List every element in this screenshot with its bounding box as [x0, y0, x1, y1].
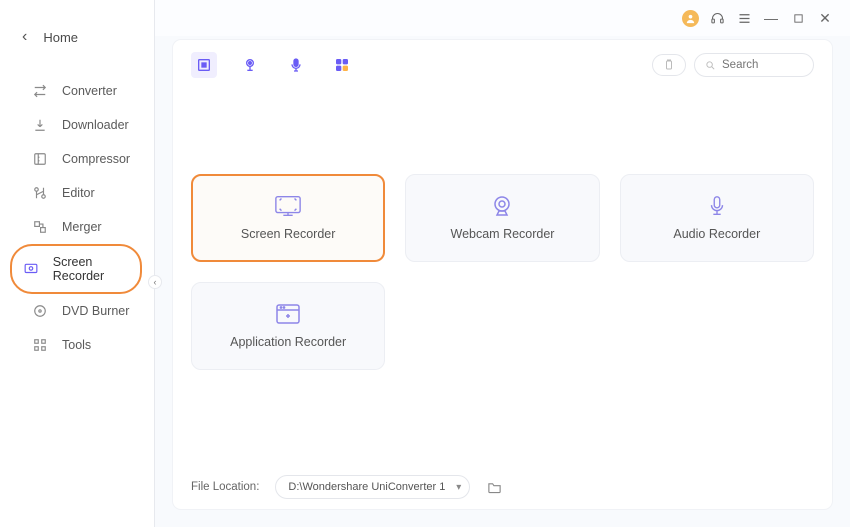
home-label: Home: [43, 30, 78, 45]
screen-icon: [274, 195, 302, 217]
sidebar-item-label: Screen Recorder: [53, 255, 140, 283]
download-icon: [32, 117, 48, 133]
sidebar-item-dvd-burner[interactable]: DVD Burner: [10, 294, 144, 328]
file-location-label: File Location:: [191, 481, 259, 493]
search-box[interactable]: [694, 53, 814, 77]
home-button[interactable]: ‹ Home: [0, 28, 154, 62]
search-area: [652, 53, 814, 77]
maximize-button[interactable]: [789, 9, 807, 27]
tools-icon: [32, 337, 48, 353]
content-panel: Screen Recorder Webcam Recorder Audio Re…: [173, 40, 832, 509]
user-avatar-icon[interactable]: [682, 10, 699, 27]
compress-icon: [32, 151, 48, 167]
back-icon: ‹: [22, 28, 27, 46]
sidebar-collapse-button[interactable]: ‹: [148, 275, 162, 289]
nav-list: Converter Downloader Compressor Editor M…: [0, 74, 154, 362]
file-location-dropdown[interactable]: D:\Wondershare UniConverter 1: [275, 475, 470, 499]
minimize-button[interactable]: —: [762, 9, 780, 27]
sidebar-item-label: Tools: [62, 338, 91, 352]
mode-screen-icon[interactable]: [191, 52, 217, 78]
topbar: [191, 52, 814, 78]
file-location-value: D:\Wondershare UniConverter 1: [288, 481, 445, 493]
screen-recorder-icon: [24, 261, 39, 277]
clipboard-button[interactable]: [652, 54, 686, 76]
sidebar-item-merger[interactable]: Merger: [10, 210, 144, 244]
recorder-label: Audio Recorder: [673, 227, 760, 241]
sidebar-item-compressor[interactable]: Compressor: [10, 142, 144, 176]
sidebar-item-label: Merger: [62, 220, 102, 234]
sidebar-item-editor[interactable]: Editor: [10, 176, 144, 210]
recorder-card-audio[interactable]: Audio Recorder: [620, 174, 814, 262]
merger-icon: [32, 219, 48, 235]
webcam-icon: [488, 195, 516, 217]
main: — ✕ Screen Recorder: [155, 0, 850, 527]
recorder-grid: Screen Recorder Webcam Recorder Audio Re…: [191, 174, 814, 370]
recorder-card-webcam[interactable]: Webcam Recorder: [405, 174, 599, 262]
mode-apps-icon[interactable]: [329, 52, 355, 78]
recorder-label: Application Recorder: [230, 335, 346, 349]
open-folder-button[interactable]: [486, 480, 502, 494]
editor-icon: [32, 185, 48, 201]
mode-audio-icon[interactable]: [283, 52, 309, 78]
sidebar-item-label: Downloader: [62, 118, 129, 132]
search-input[interactable]: [722, 59, 803, 71]
close-button[interactable]: ✕: [816, 9, 834, 27]
sidebar-item-screen-recorder[interactable]: Screen Recorder: [10, 244, 142, 294]
microphone-icon: [703, 195, 731, 217]
sidebar-item-tools[interactable]: Tools: [10, 328, 144, 362]
mode-icon-row: [191, 52, 355, 78]
sidebar-item-label: Compressor: [62, 152, 130, 166]
headset-icon[interactable]: [708, 9, 726, 27]
recorder-label: Webcam Recorder: [451, 227, 555, 241]
recorder-card-application[interactable]: Application Recorder: [191, 282, 385, 370]
titlebar: — ✕: [155, 0, 850, 36]
footer: File Location: D:\Wondershare UniConvert…: [191, 467, 814, 499]
sidebar-item-label: Editor: [62, 186, 95, 200]
window-icon: [274, 303, 302, 325]
mode-webcam-icon[interactable]: [237, 52, 263, 78]
sidebar: ‹ Home Converter Downloader Compressor E…: [0, 0, 155, 527]
sidebar-item-converter[interactable]: Converter: [10, 74, 144, 108]
sidebar-item-label: Converter: [62, 84, 117, 98]
recorder-label: Screen Recorder: [241, 227, 336, 241]
converter-icon: [32, 83, 48, 99]
search-icon: [705, 60, 716, 71]
recorder-card-screen[interactable]: Screen Recorder: [191, 174, 385, 262]
hamburger-menu-icon[interactable]: [735, 9, 753, 27]
dvd-icon: [32, 303, 48, 319]
sidebar-item-label: DVD Burner: [62, 304, 129, 318]
sidebar-item-downloader[interactable]: Downloader: [10, 108, 144, 142]
